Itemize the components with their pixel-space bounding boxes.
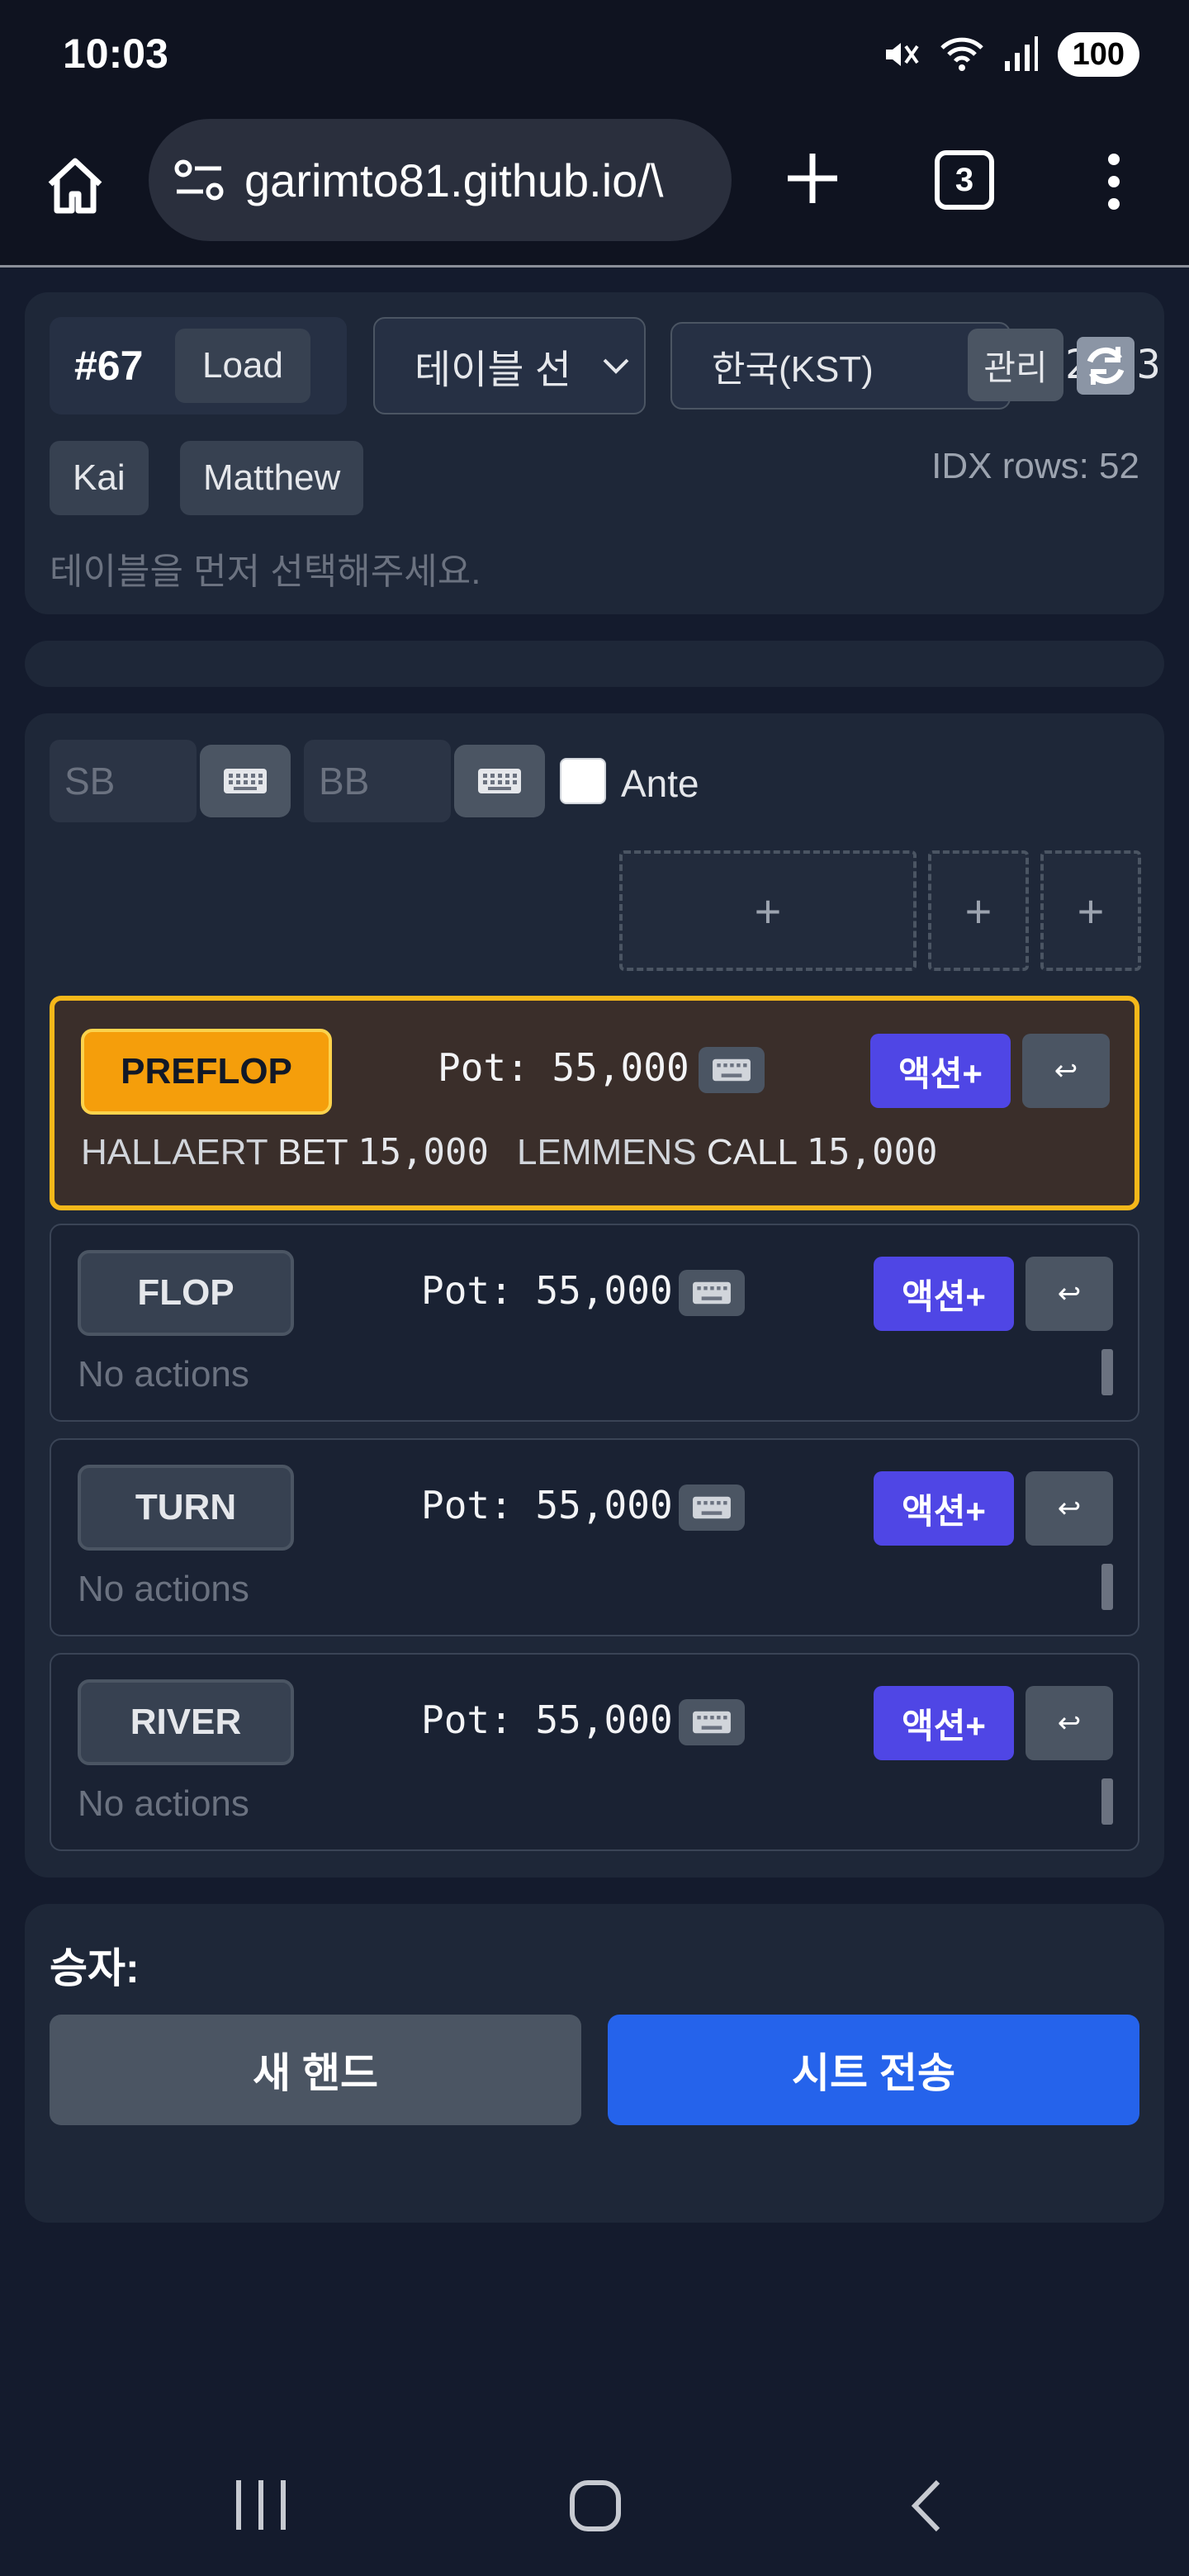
street-button-preflop[interactable]: PREFLOP bbox=[81, 1029, 332, 1115]
keyboard-icon bbox=[478, 769, 521, 793]
add-action-button[interactable]: 액션+ bbox=[874, 1471, 1014, 1546]
bb-input[interactable]: BB bbox=[304, 740, 451, 822]
battery-indicator: 100 bbox=[1057, 32, 1139, 77]
pot-amount: Pot: 55,000 bbox=[438, 1045, 689, 1090]
system-home-button[interactable] bbox=[570, 2480, 621, 2531]
table-hint-text: 테이블을 먼저 선택해주세요. bbox=[50, 552, 481, 592]
pot-amount: Pot: 55,000 bbox=[421, 1483, 673, 1527]
new-hand-button[interactable]: 새 핸드 bbox=[50, 2015, 581, 2125]
home-icon bbox=[48, 158, 102, 214]
street-button-flop[interactable]: FLOP bbox=[78, 1250, 294, 1336]
load-button[interactable]: Load bbox=[175, 329, 310, 403]
add-card-slot[interactable]: + bbox=[928, 850, 1029, 971]
add-action-button[interactable]: 액션+ bbox=[874, 1686, 1014, 1760]
keyboard-icon bbox=[693, 1281, 731, 1305]
scrollbar[interactable] bbox=[1101, 1564, 1113, 1610]
pot-keypad-button[interactable] bbox=[679, 1485, 745, 1531]
back-icon bbox=[911, 2479, 940, 2532]
no-actions-text: No actions bbox=[78, 1783, 249, 1824]
pot-keypad-button[interactable] bbox=[699, 1047, 765, 1093]
scrollbar[interactable] bbox=[1101, 1349, 1113, 1395]
mute-icon bbox=[885, 43, 919, 66]
new-tab-button[interactable] bbox=[779, 145, 846, 211]
wifi-icon bbox=[940, 37, 983, 71]
pot-keypad-button[interactable] bbox=[679, 1699, 745, 1745]
keyboard-icon bbox=[224, 769, 267, 793]
hand-number: #67 bbox=[74, 343, 144, 389]
player-chip-kai[interactable]: Kai bbox=[50, 441, 149, 515]
site-settings-icon bbox=[174, 159, 224, 201]
table-select[interactable]: 테이블 선 bbox=[373, 317, 646, 414]
pot-amount: Pot: 55,000 bbox=[421, 1698, 673, 1742]
refresh-button[interactable] bbox=[1077, 337, 1135, 395]
plus-icon bbox=[788, 154, 837, 203]
address-bar[interactable]: garimto81.github.io/\ bbox=[149, 119, 732, 241]
no-actions-text: No actions bbox=[78, 1569, 249, 1609]
sb-keypad-button[interactable] bbox=[200, 745, 291, 817]
url-text: garimto81.github.io/\ bbox=[244, 154, 664, 206]
status-icons: 100 bbox=[881, 31, 1139, 78]
undo-button[interactable]: ↩ bbox=[1026, 1257, 1113, 1331]
player-chip-matthew[interactable]: Matthew bbox=[180, 441, 364, 515]
sb-input[interactable]: SB bbox=[50, 740, 197, 822]
add-board-card-slot[interactable]: + bbox=[619, 850, 917, 971]
chevron-down-icon bbox=[603, 358, 629, 374]
submit-sheet-button[interactable]: 시트 전송 bbox=[608, 2015, 1139, 2125]
undo-button[interactable]: ↩ bbox=[1026, 1471, 1113, 1546]
idx-rows-count: IDX rows: 52 bbox=[931, 446, 1139, 486]
scrollbar[interactable] bbox=[1101, 1778, 1113, 1825]
timezone-value: 한국(KST) bbox=[712, 349, 874, 390]
signal-icon bbox=[1004, 36, 1038, 71]
bb-keypad-button[interactable] bbox=[454, 745, 545, 817]
undo-button[interactable]: ↩ bbox=[1026, 1686, 1113, 1760]
pot-amount: Pot: 55,000 bbox=[421, 1268, 673, 1313]
tab-switcher-button[interactable]: 3 bbox=[935, 150, 994, 210]
undo-button[interactable]: ↩ bbox=[1022, 1034, 1110, 1108]
back-button[interactable] bbox=[902, 2477, 951, 2535]
street-button-turn[interactable]: TURN bbox=[78, 1465, 294, 1551]
home-button[interactable] bbox=[40, 150, 111, 221]
action-entry: HALLAERT BET 15,000 bbox=[81, 1131, 490, 1173]
ante-label: Ante bbox=[621, 762, 699, 805]
add-card-slot[interactable]: + bbox=[1040, 850, 1141, 971]
keyboard-icon bbox=[713, 1058, 751, 1082]
add-action-button[interactable]: 액션+ bbox=[874, 1257, 1014, 1331]
pot-keypad-button[interactable] bbox=[679, 1270, 745, 1316]
timezone-select[interactable]: 한국(KST) bbox=[670, 322, 1011, 410]
keyboard-icon bbox=[693, 1711, 731, 1734]
table-select-value: 테이블 선 bbox=[414, 348, 571, 392]
street-button-river[interactable]: RIVER bbox=[78, 1679, 294, 1765]
refresh-icon bbox=[1087, 347, 1125, 385]
ante-checkbox[interactable] bbox=[560, 758, 606, 804]
action-log: HALLAERT BET 15,000 LEMMENS CALL 15,000 bbox=[81, 1131, 937, 1173]
add-action-button[interactable]: 액션+ bbox=[870, 1034, 1011, 1108]
action-entry: LEMMENS CALL 15,000 bbox=[517, 1131, 938, 1173]
status-time: 10:03 bbox=[63, 31, 168, 77]
divider-panel bbox=[25, 641, 1164, 687]
winner-label: 승자: bbox=[50, 1945, 140, 1991]
manage-button[interactable]: 관리 bbox=[968, 329, 1063, 401]
keyboard-icon bbox=[693, 1496, 731, 1519]
no-actions-text: No actions bbox=[78, 1354, 249, 1395]
browser-menu-button[interactable] bbox=[1095, 149, 1133, 215]
recents-button[interactable] bbox=[236, 2480, 286, 2530]
